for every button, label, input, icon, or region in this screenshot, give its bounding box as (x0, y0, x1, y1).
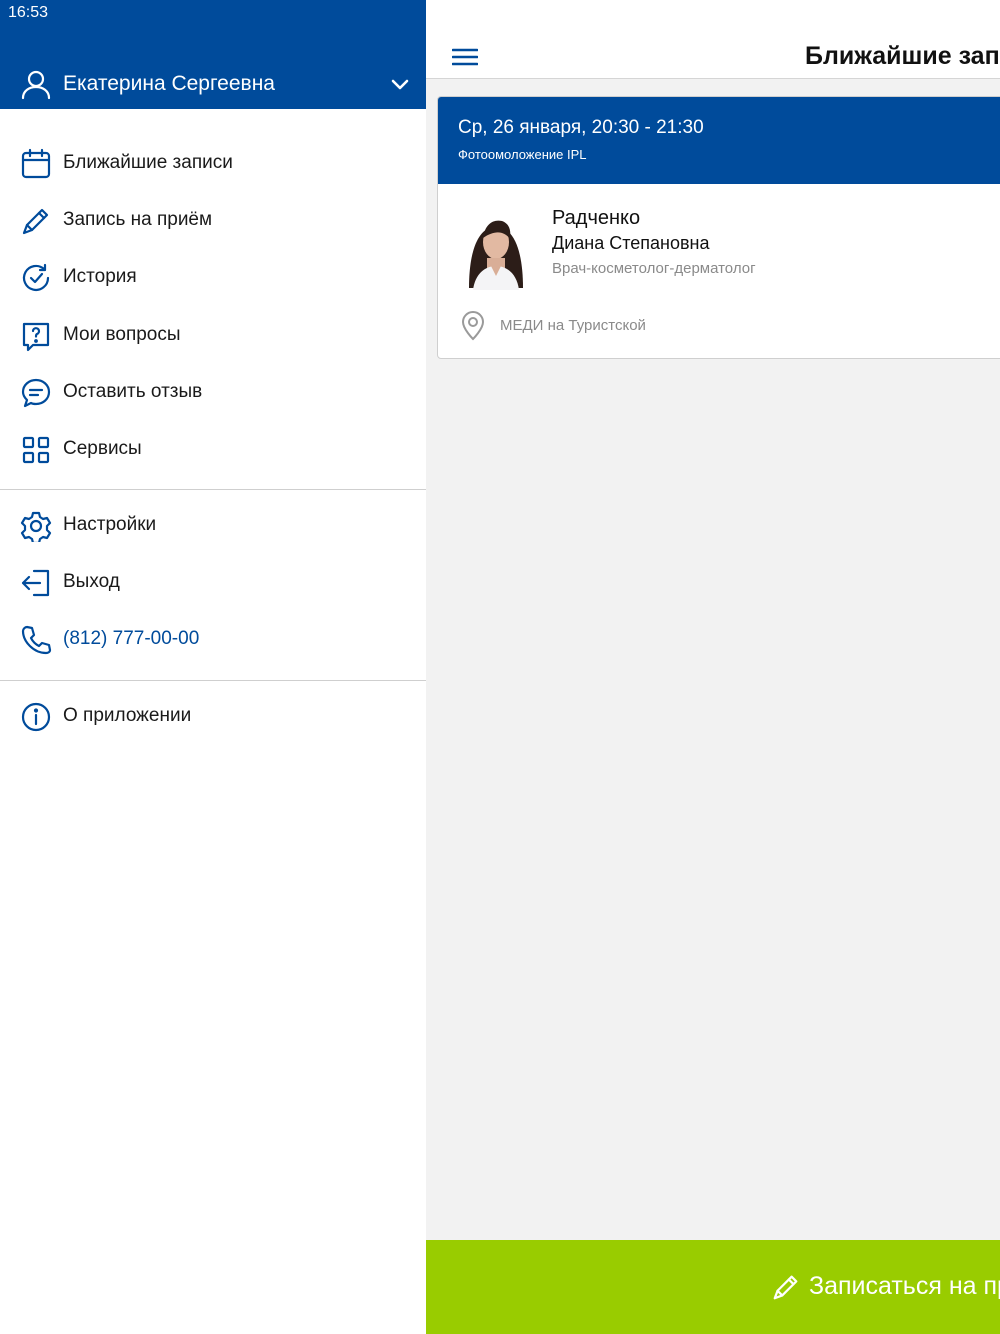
menu-item-label: О приложении (63, 705, 192, 726)
user-icon (21, 70, 51, 100)
menu-item-label: Ближайшие записи (63, 152, 233, 173)
info-icon (21, 702, 51, 732)
phone-icon (21, 625, 52, 655)
menu-item-phone[interactable]: (812) 777-00-00 (0, 614, 426, 666)
appointment-card[interactable]: Ср, 26 января, 20:30 - 21:30 Фотоомоложе… (437, 96, 1000, 359)
clinic-name: МЕДИ на Туристской (500, 317, 646, 334)
appointment-datetime: Ср, 26 января, 20:30 - 21:30 (458, 117, 704, 138)
top-bar: Ближайшие записи (426, 0, 1000, 79)
doctor-photo (459, 200, 533, 290)
appointment-service: Фотоомоложение IPL (458, 147, 587, 162)
menu-item-label: Выход (63, 571, 120, 592)
menu-item-booking[interactable]: Запись на приём (0, 195, 426, 247)
chat-icon (21, 378, 51, 408)
pen-icon (773, 1275, 798, 1300)
menu-divider (0, 680, 426, 681)
appointment-header: Ср, 26 января, 20:30 - 21:30 Фотоомоложе… (438, 97, 1000, 184)
menu-item-logout[interactable]: Выход (0, 557, 426, 609)
calendar-icon (21, 148, 51, 179)
logout-icon (21, 569, 50, 597)
location-pin-icon (461, 311, 485, 341)
menu-item-questions[interactable]: Мои вопросы (0, 310, 426, 362)
status-bar-time: 16:53 (8, 4, 49, 21)
book-appointment-label: Записаться на приём (809, 1272, 1000, 1300)
user-name: Екатерина Сергеевна (63, 72, 275, 95)
menu-item-label: Оставить отзыв (63, 381, 203, 402)
hamburger-menu-icon[interactable] (452, 46, 478, 68)
doctor-surname: Радченко (552, 207, 641, 229)
phone-number: (812) 777-00-00 (63, 628, 200, 649)
gear-icon (20, 511, 52, 542)
menu-divider (0, 489, 426, 490)
main-content: Ближайшие записи Ср, 26 января, 20:30 - … (426, 0, 1000, 1334)
menu-item-label: Мои вопросы (63, 324, 181, 345)
drawer-header: 16:53 Екатерина Сергеевна (0, 0, 426, 109)
menu-item-label: Настройки (63, 514, 157, 535)
menu-item-label: Сервисы (63, 438, 142, 459)
doctor-name: Диана Степановна (552, 233, 710, 253)
menu-item-upcoming[interactable]: Ближайшие записи (0, 138, 426, 190)
history-icon (22, 263, 50, 291)
menu-item-about[interactable]: О приложении (0, 691, 426, 743)
menu-item-history[interactable]: История (0, 252, 426, 304)
book-appointment-button[interactable]: Записаться на приём (426, 1240, 1000, 1334)
grid-icon (22, 436, 50, 464)
user-selector[interactable]: Екатерина Сергеевна (0, 62, 426, 106)
menu-item-settings[interactable]: Настройки (0, 500, 426, 552)
doctor-specialty: Врач-косметолог-дерматолог (552, 260, 756, 277)
menu-item-label: История (63, 266, 137, 287)
menu-item-services[interactable]: Сервисы (0, 424, 426, 476)
question-icon (22, 322, 50, 352)
menu-item-label: Запись на приём (63, 209, 213, 230)
chevron-down-icon[interactable] (388, 72, 412, 96)
pen-icon (22, 208, 49, 235)
page-title: Ближайшие записи (805, 42, 1000, 70)
menu-item-review[interactable]: Оставить отзыв (0, 367, 426, 419)
navigation-drawer: 16:53 Екатерина Сергеевна Ближайшие запи… (0, 0, 426, 1334)
